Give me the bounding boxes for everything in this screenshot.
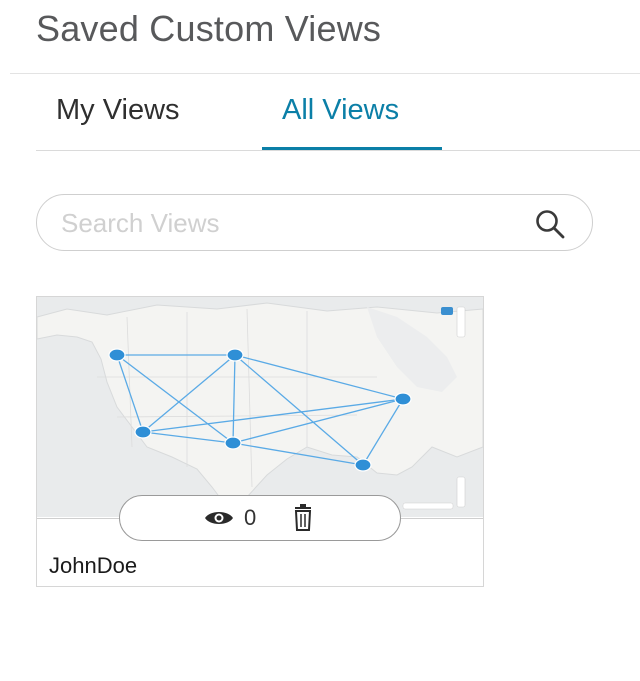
card-actions: 0 [119,495,401,541]
search-box [36,194,593,251]
map-image [37,297,483,517]
search-input[interactable] [59,203,523,243]
view-count: 0 [244,505,257,530]
page-title: Saved Custom Views [36,8,382,49]
eye-icon[interactable] [204,507,234,529]
trash-icon[interactable] [292,504,314,532]
view-card[interactable]: 0 JohnDoe [36,296,484,587]
view-owner-name: JohnDoe [49,553,138,578]
tabs-divider [36,150,640,151]
tab-all-views[interactable]: All Views [282,94,399,127]
header-divider [10,73,640,74]
search-icon[interactable] [534,208,566,240]
tab-my-views[interactable]: My Views [56,94,180,127]
view-tabs: My Views All Views [36,94,640,152]
map-thumbnail[interactable] [37,297,483,517]
